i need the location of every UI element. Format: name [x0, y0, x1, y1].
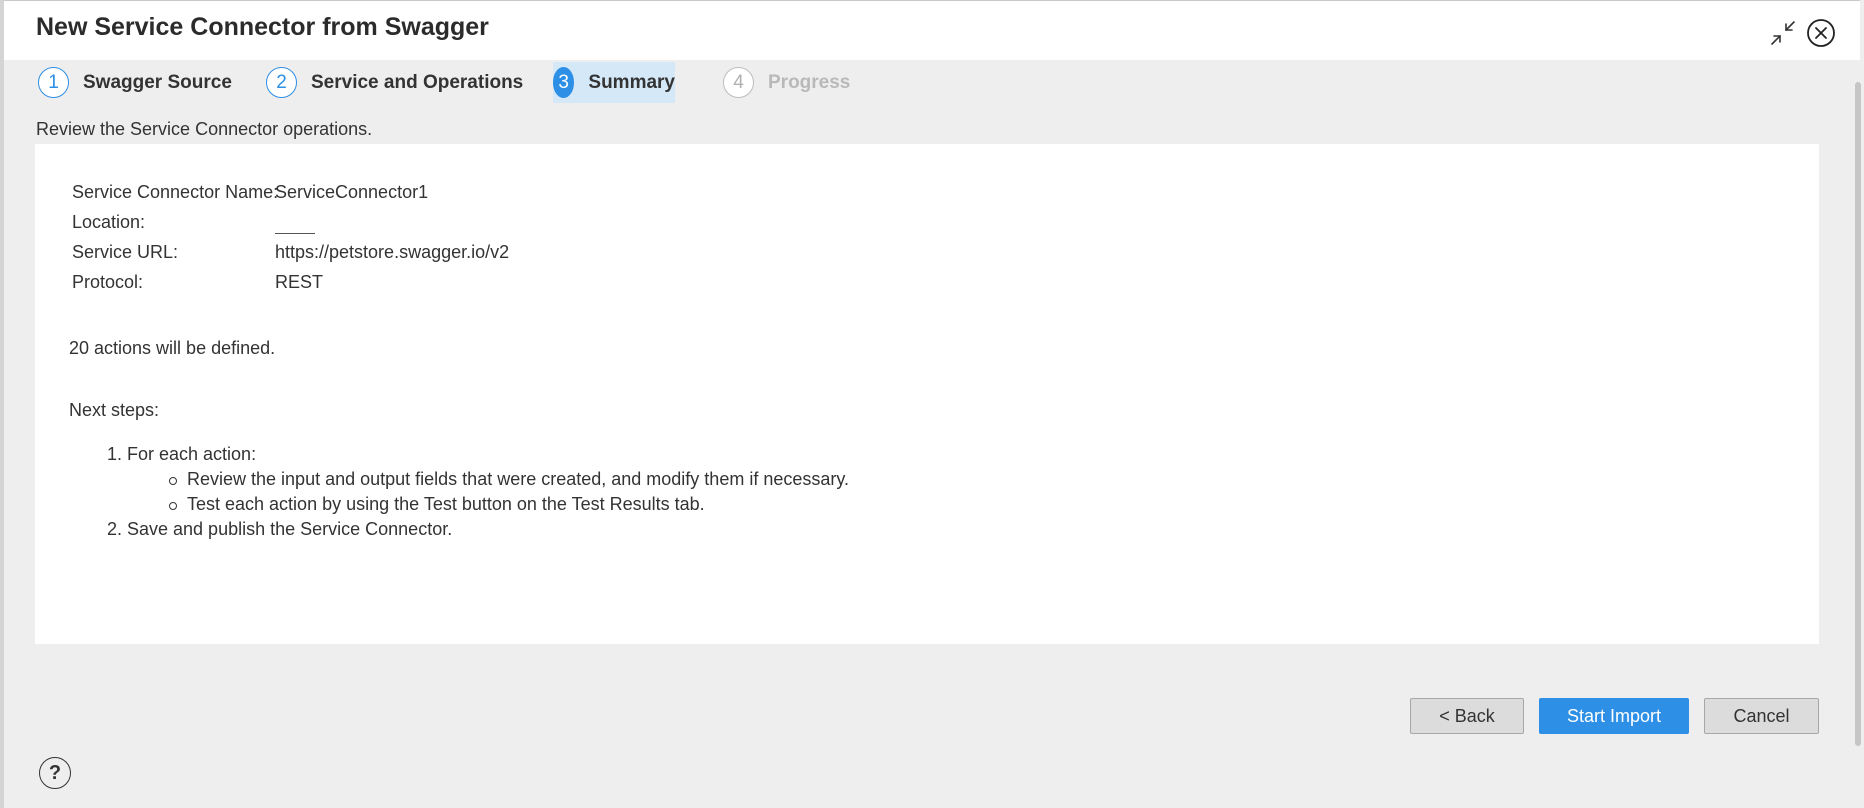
next-steps-list: 1. For each action: Review the input and…	[107, 444, 849, 544]
url-value: https://petstore.swagger.io/v2	[275, 242, 510, 262]
step-number: 4	[723, 67, 754, 98]
service-connector-dialog: New Service Connector from Swagger 1 Swa…	[0, 0, 1864, 808]
wizard-steps: 1 Swagger Source 2 Service and Operation…	[4, 60, 1824, 105]
dialog-header: New Service Connector from Swagger	[4, 0, 1860, 60]
summary-panel: Service Connector Name: ServiceConnector…	[35, 144, 1819, 644]
actions-count-text: 20 actions will be defined.	[69, 338, 276, 358]
list-item: Test each action by using the Test butto…	[107, 494, 849, 519]
location-label: Location:	[72, 212, 146, 232]
step-label: Progress	[768, 71, 851, 93]
help-icon[interactable]: ?	[39, 757, 71, 789]
cancel-button[interactable]: Cancel	[1704, 698, 1819, 734]
start-import-button[interactable]: Start Import	[1539, 698, 1689, 734]
step-service-and-operations[interactable]: 2 Service and Operations	[266, 62, 523, 103]
bullet-icon	[169, 477, 177, 485]
name-value: ServiceConnector1	[275, 182, 429, 202]
url-label: Service URL:	[72, 242, 179, 262]
step-progress: 4 Progress	[723, 62, 850, 103]
instruction-text: Review the Service Connector operations.	[36, 119, 373, 139]
bullet-icon	[169, 502, 177, 510]
list-item: 2. Save and publish the Service Connecto…	[107, 519, 453, 539]
step-label: Service and Operations	[311, 71, 524, 93]
step-swagger-source[interactable]: 1 Swagger Source	[38, 62, 232, 103]
step-number: 1	[38, 67, 69, 98]
protocol-value: REST	[275, 272, 324, 292]
next-steps-title: Next steps:	[69, 400, 160, 420]
name-label: Service Connector Name:	[72, 182, 279, 202]
step-number: 2	[266, 67, 297, 98]
step-label: Summary	[588, 71, 675, 93]
list-item: 1. For each action:	[107, 444, 257, 464]
step-summary[interactable]: 3 Summary	[553, 62, 675, 103]
back-button[interactable]: < Back	[1410, 698, 1524, 734]
step-number: 3	[553, 67, 575, 98]
dialog-title: New Service Connector from Swagger	[36, 13, 489, 41]
protocol-label: Protocol:	[72, 272, 144, 292]
window-edge	[0, 0, 4, 808]
step-label: Swagger Source	[83, 71, 232, 93]
sub-list: Review the input and output fields that …	[107, 469, 849, 519]
list-item: Review the input and output fields that …	[107, 469, 849, 494]
collapse-arrows-icon[interactable]	[1766, 16, 1800, 50]
close-circle-icon[interactable]	[1804, 16, 1838, 50]
scrollbar-thumb[interactable]	[1855, 82, 1861, 746]
location-value	[275, 220, 315, 234]
